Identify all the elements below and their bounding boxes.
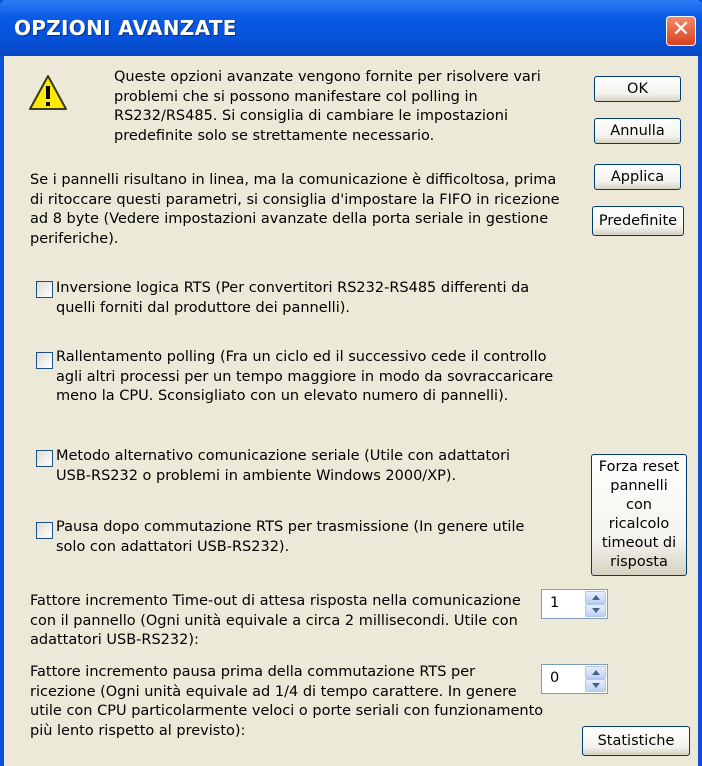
- close-button[interactable]: ✕: [666, 16, 696, 46]
- statistiche-button[interactable]: Statistiche: [582, 726, 690, 756]
- rts-pause-factor-value[interactable]: 0: [550, 670, 559, 686]
- chevron-up-icon: [592, 595, 600, 600]
- timeout-factor-value[interactable]: 1: [550, 595, 559, 611]
- predefinite-button[interactable]: Predefinite: [592, 206, 684, 236]
- annulla-button[interactable]: Annulla: [594, 118, 681, 144]
- option-slow-polling-label[interactable]: Rallentamento polling (Fra un ciclo ed i…: [56, 348, 566, 407]
- rts-pause-factor-up-button[interactable]: [585, 666, 606, 679]
- timeout-factor-down-button[interactable]: [585, 604, 606, 617]
- timeout-factor-up-button[interactable]: [585, 591, 606, 604]
- option-rts-pause-label[interactable]: Pausa dopo commutazione RTS per trasmiss…: [56, 518, 556, 557]
- warning-icon: [29, 75, 67, 110]
- option-alt-serial-checkbox[interactable]: [36, 450, 53, 467]
- rts-pause-factor-spinner[interactable]: 0: [541, 664, 608, 694]
- info-text: Se i pannelli risultano in linea, ma la …: [30, 172, 560, 247]
- option-slow-polling-checkbox[interactable]: [36, 352, 53, 369]
- force-reset-button[interactable]: Forza reset pannelli con ricalcolo timeo…: [591, 454, 687, 576]
- chevron-down-icon: [592, 608, 600, 613]
- title-bar[interactable]: OPZIONI AVANZATE ✕: [0, 0, 702, 56]
- applica-button[interactable]: Applica: [594, 164, 681, 190]
- timeout-factor-label: Fattore incremento Time-out di attesa ri…: [30, 593, 521, 648]
- dialog-client-area: Queste opzioni avanzate vengono fornite …: [4, 56, 698, 766]
- option-rts-inversion-label[interactable]: Inversione logica RTS (Per convertitori …: [56, 279, 566, 318]
- window-title: OPZIONI AVANZATE: [14, 16, 237, 40]
- rts-pause-factor-down-button[interactable]: [585, 679, 606, 692]
- warning-text: Queste opzioni avanzate vengono fornite …: [114, 69, 541, 144]
- chevron-down-icon: [592, 683, 600, 688]
- timeout-factor-spinner[interactable]: 1: [541, 589, 608, 619]
- chevron-up-icon: [592, 670, 600, 675]
- rts-pause-factor-label: Fattore incremento pausa prima della com…: [30, 664, 544, 739]
- option-rts-inversion-checkbox[interactable]: [36, 281, 53, 298]
- options-dialog: OPZIONI AVANZATE ✕ Queste opzioni avanza…: [0, 0, 702, 766]
- option-rts-pause-checkbox[interactable]: [36, 522, 53, 539]
- ok-button[interactable]: OK: [594, 76, 681, 102]
- option-alt-serial-label[interactable]: Metodo alternativo comunicazione seriale…: [56, 447, 526, 486]
